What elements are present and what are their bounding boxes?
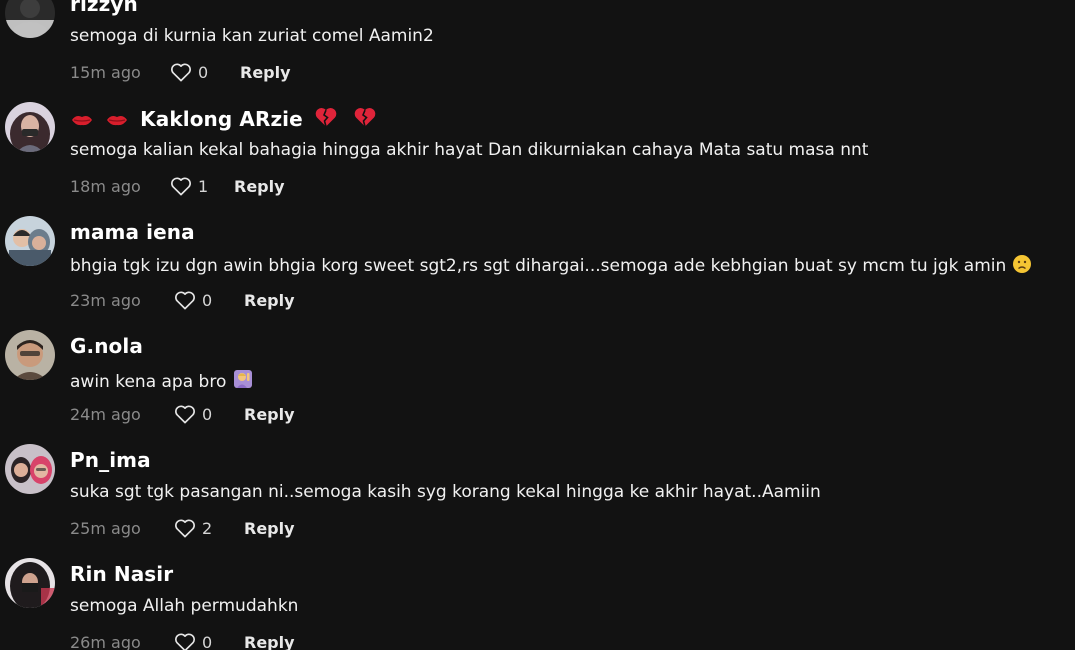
sad-face-emoji bbox=[1012, 254, 1032, 279]
reply-button[interactable]: Reply bbox=[244, 291, 295, 310]
comment-username[interactable]: Kaklong ARzie bbox=[70, 106, 381, 133]
avatar[interactable] bbox=[5, 216, 55, 266]
reply-button[interactable]: Reply bbox=[244, 519, 295, 538]
like-count: 0 bbox=[202, 290, 213, 310]
comment-username-text: Kaklong ARzie bbox=[140, 107, 303, 131]
heart-outline-icon bbox=[175, 291, 195, 310]
like-button[interactable]: 0 bbox=[170, 62, 240, 82]
like-count: 2 bbox=[202, 518, 213, 538]
comment-timestamp: 26m ago bbox=[70, 632, 141, 650]
comment-meta: 26m ago 0 Reply bbox=[70, 630, 295, 650]
like-count: 0 bbox=[202, 632, 213, 650]
person-raising-hand-emoji bbox=[232, 368, 254, 395]
comment-item: G.nola awin kena apa bro 24m ago 0 Reply bbox=[0, 330, 1075, 444]
comment-username[interactable]: Rin Nasir bbox=[70, 562, 173, 586]
comment-timestamp: 25m ago bbox=[70, 518, 141, 538]
comment-username[interactable]: G.nola bbox=[70, 334, 143, 358]
avatar[interactable] bbox=[5, 558, 55, 608]
heart-outline-icon bbox=[171, 177, 191, 196]
avatar[interactable] bbox=[5, 102, 55, 152]
heart-outline-icon bbox=[175, 519, 195, 538]
comment-text: awin kena apa bro bbox=[70, 368, 254, 395]
comment-item: Kaklong ARzie semoga kalian kekal bahagi… bbox=[0, 102, 1075, 216]
comment-meta: 23m ago 0 Reply bbox=[70, 288, 295, 312]
comment-item: Pn_ima suka sgt tgk pasangan ni..semoga … bbox=[0, 444, 1075, 558]
like-button[interactable]: 1 bbox=[170, 176, 234, 196]
comment-text: semoga di kurnia kan zuriat comel Aamin2 bbox=[70, 26, 434, 46]
like-button[interactable]: 0 bbox=[174, 632, 244, 650]
comment-text-content: bhgia tgk izu dgn awin bhgia korg sweet … bbox=[70, 256, 1007, 276]
comment-meta: 24m ago 0 Reply bbox=[70, 402, 295, 426]
comment-username[interactable]: rizzyn bbox=[70, 0, 138, 16]
comment-list: rizzyn semoga di kurnia kan zuriat comel… bbox=[0, 0, 1075, 650]
comment-item: mama iena bhgia tgk izu dgn awin bhgia k… bbox=[0, 216, 1075, 330]
avatar[interactable] bbox=[5, 0, 55, 38]
comment-text: bhgia tgk izu dgn awin bhgia korg sweet … bbox=[70, 254, 1032, 279]
heart-outline-icon bbox=[171, 63, 191, 82]
avatar[interactable] bbox=[5, 330, 55, 380]
like-count: 1 bbox=[198, 176, 209, 196]
comment-text: semoga Allah permudahkn bbox=[70, 596, 299, 616]
like-count: 0 bbox=[198, 62, 209, 82]
broken-heart-emoji bbox=[314, 106, 338, 133]
reply-button[interactable]: Reply bbox=[240, 63, 291, 82]
broken-heart-emoji bbox=[353, 106, 377, 133]
reply-button[interactable]: Reply bbox=[234, 177, 285, 196]
heart-outline-icon bbox=[175, 405, 195, 424]
comment-text-content: awin kena apa bro bbox=[70, 372, 227, 392]
comment-text: semoga kalian kekal bahagia hingga akhir… bbox=[70, 140, 869, 160]
comment-timestamp: 23m ago bbox=[70, 290, 141, 310]
comment-timestamp: 15m ago bbox=[70, 62, 141, 82]
reply-button[interactable]: Reply bbox=[244, 633, 295, 650]
heart-outline-icon bbox=[175, 633, 195, 650]
comment-username[interactable]: Pn_ima bbox=[70, 448, 151, 472]
comment-meta: 25m ago 2 Reply bbox=[70, 516, 295, 540]
reply-button[interactable]: Reply bbox=[244, 405, 295, 424]
comment-meta: 15m ago 0 Reply bbox=[70, 60, 291, 84]
comment-text: suka sgt tgk pasangan ni..semoga kasih s… bbox=[70, 482, 821, 502]
like-button[interactable]: 2 bbox=[174, 518, 244, 538]
avatar[interactable] bbox=[5, 444, 55, 494]
comment-item: Rin Nasir semoga Allah permudahkn 26m ag… bbox=[0, 558, 1075, 650]
like-button[interactable]: 0 bbox=[174, 404, 244, 424]
comment-username[interactable]: mama iena bbox=[70, 220, 195, 244]
like-button[interactable]: 0 bbox=[174, 290, 244, 310]
like-count: 0 bbox=[202, 404, 213, 424]
red-lips-emoji bbox=[70, 109, 94, 133]
comment-item: rizzyn semoga di kurnia kan zuriat comel… bbox=[0, 0, 1075, 102]
comment-timestamp: 24m ago bbox=[70, 404, 141, 424]
red-lips-emoji bbox=[105, 109, 129, 133]
comment-timestamp: 18m ago bbox=[70, 176, 141, 196]
comment-meta: 18m ago 1 Reply bbox=[70, 174, 285, 198]
